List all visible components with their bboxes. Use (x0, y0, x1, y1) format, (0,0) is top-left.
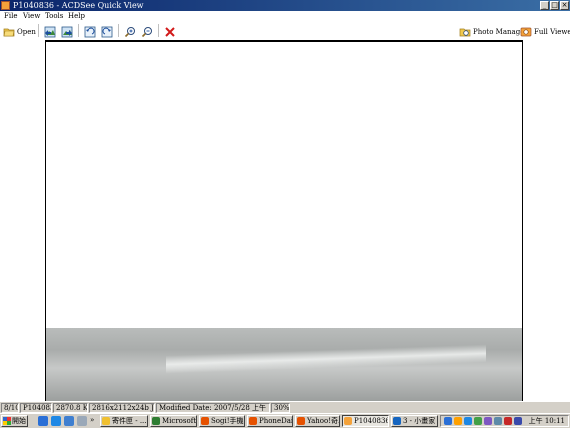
status-filename: P1040836 (20, 403, 52, 413)
quick-launch-icon[interactable] (77, 416, 87, 426)
toolbar-separator (78, 24, 79, 37)
full-viewer-icon (520, 27, 532, 37)
rotate-left-icon (84, 26, 96, 38)
previous-image-button[interactable] (43, 23, 57, 38)
menu-tools[interactable]: Tools (45, 11, 63, 21)
show-desktop-icon[interactable] (38, 416, 48, 426)
photo-manager-icon (459, 28, 471, 37)
task-icon (344, 417, 352, 425)
rotate-right-button[interactable] (100, 23, 114, 38)
taskbar-task[interactable]: 3 - 小畫家 (391, 415, 438, 427)
status-dimensions: 2816x2112x24b JPEG (89, 403, 155, 413)
window-title: P1040836 - ACDSee Quick View (13, 1, 144, 10)
menu-help[interactable]: Help (68, 11, 85, 21)
task-icon (102, 417, 110, 425)
task-icon (249, 417, 257, 425)
task-icon (393, 417, 401, 425)
antivirus-icon[interactable] (474, 417, 482, 425)
language-icon[interactable] (514, 417, 522, 425)
toolbar-separator (118, 24, 119, 37)
photo-highlight (166, 344, 486, 374)
toolbar-separator (158, 24, 159, 37)
outlook-express-icon[interactable] (64, 416, 74, 426)
photo-overexposed-area (46, 42, 522, 328)
tray-app-icon[interactable] (484, 417, 492, 425)
image-viewer[interactable] (0, 40, 570, 401)
taskbar: 開始 » 寄件匣 - ... Microsoft ... Sogi!手機 ...… (0, 413, 570, 428)
maximize-button[interactable]: □ (550, 1, 559, 10)
system-tray: 上午 10:11 (440, 415, 569, 427)
rotate-left-button[interactable] (83, 23, 97, 38)
open-folder-icon (3, 28, 15, 37)
status-filesize: 2870.8 KB (53, 403, 88, 413)
taskbar-task[interactable]: 寄件匣 - ... (100, 415, 148, 427)
next-image-button[interactable] (60, 23, 74, 38)
status-position: 8/10 (1, 403, 19, 413)
network-icon[interactable] (464, 417, 472, 425)
menu-bar: File View Tools Help (0, 11, 570, 21)
delete-icon (165, 27, 175, 37)
title-bar[interactable]: P1040836 - ACDSee Quick View _ □ × (0, 0, 570, 11)
clock[interactable]: 上午 10:11 (529, 416, 565, 426)
start-button[interactable]: 開始 (1, 415, 28, 427)
taskbar-task[interactable]: Microsoft ... (150, 415, 197, 427)
taskbar-task-active[interactable]: P1040836... (342, 415, 389, 427)
tray-app-icon[interactable] (504, 417, 512, 425)
task-icon (201, 417, 209, 425)
menu-file[interactable]: File (4, 11, 17, 21)
close-button[interactable]: × (560, 1, 569, 10)
taskbar-task[interactable]: Yahoo!奇... (295, 415, 340, 427)
quick-launch-overflow-icon[interactable]: » (90, 414, 94, 427)
next-image-icon (61, 26, 73, 38)
task-icon (152, 417, 160, 425)
input-method-icon[interactable] (444, 417, 452, 425)
task-icon (297, 417, 305, 425)
minimize-button[interactable]: _ (540, 1, 549, 10)
start-label: 開始 (12, 417, 26, 425)
photo (45, 40, 523, 401)
toolbar: Open Photo Manager Full Viewe (0, 21, 570, 40)
rotate-right-icon (101, 26, 113, 38)
internet-explorer-icon[interactable] (51, 416, 61, 426)
open-label: Open (17, 28, 36, 36)
zoom-in-button[interactable] (123, 23, 137, 38)
open-button[interactable]: Open (2, 23, 36, 38)
previous-image-icon (44, 26, 56, 38)
delete-button[interactable] (163, 23, 177, 38)
acdsee-quick-view-window: P1040836 - ACDSee Quick View _ □ × File … (0, 0, 570, 428)
taskbar-task[interactable]: Sogi!手機 ... (199, 415, 245, 427)
full-viewer-button[interactable]: Full Viewer (519, 23, 570, 38)
photo-surface-area (46, 328, 522, 401)
zoom-out-button[interactable] (140, 23, 154, 38)
volume-icon[interactable] (494, 417, 502, 425)
full-viewer-label: Full Viewer (534, 28, 570, 36)
status-bar: 8/10 P1040836 2870.8 KB 2816x2112x24b JP… (0, 401, 570, 413)
menu-view[interactable]: View (23, 11, 40, 21)
status-modified-date: Modified Date: 2007/5/28 上午 10:00:32 (156, 403, 270, 413)
toolbar-separator (38, 24, 39, 37)
acdsee-app-icon (1, 1, 10, 10)
status-zoom: 30% (271, 403, 290, 413)
zoom-in-icon (124, 27, 135, 38)
taskbar-task[interactable]: PhoneDail... (247, 415, 293, 427)
photo-manager-button[interactable]: Photo Manager (458, 23, 528, 38)
windows-logo-icon (3, 417, 11, 425)
zoom-out-icon (141, 27, 152, 38)
tray-app-icon[interactable] (454, 417, 462, 425)
